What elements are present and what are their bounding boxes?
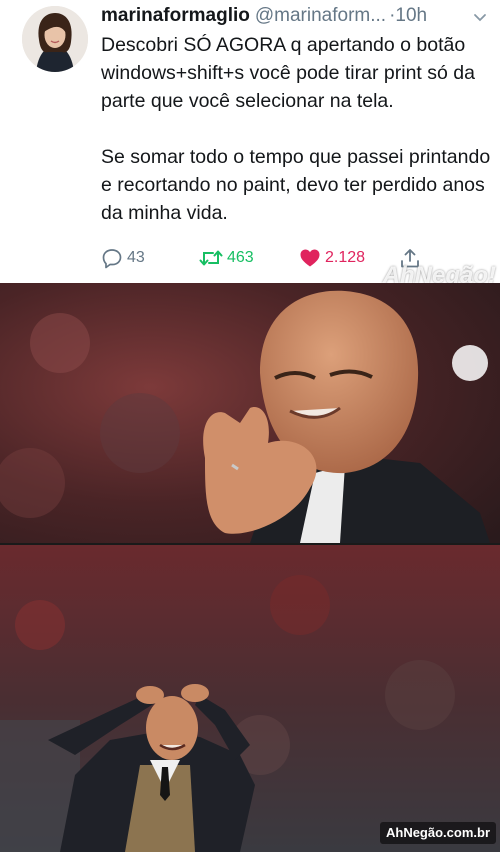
tweet-time[interactable]: ·10h <box>389 5 427 27</box>
retweet-icon <box>199 250 223 266</box>
tweet-actions: 43 463 2.128 <box>101 247 431 273</box>
reply-count: 43 <box>127 249 145 266</box>
like-count: 2.128 <box>325 249 366 266</box>
avatar[interactable] <box>22 6 88 72</box>
display-name[interactable]: marinaformaglio <box>101 5 250 27</box>
reply-button[interactable]: 43 <box>101 247 145 269</box>
heart-icon <box>300 249 320 267</box>
like-button[interactable]: 2.128 <box>299 247 365 269</box>
tweet-text-paragraph-2: Se somar todo o tempo que passei printan… <box>101 146 491 224</box>
tweet-card: marinaformaglio @marinaform... ·10h Desc… <box>0 0 500 289</box>
retweet-button[interactable]: 463 <box>199 247 254 269</box>
meme-photo-top <box>0 283 500 543</box>
user-handle[interactable]: @marinaform... <box>255 5 386 27</box>
tweet-text-paragraph-1: Descobri SÓ AGORA q apertando o botão wi… <box>101 34 475 112</box>
tweet-text: Descobri SÓ AGORA q apertando o botão wi… <box>101 31 491 227</box>
retweet-count: 463 <box>227 249 254 266</box>
reply-icon <box>102 249 122 269</box>
meme-photo-bottom: AhNegão.com.br <box>0 545 500 852</box>
chevron-down-icon[interactable] <box>472 9 488 25</box>
watermark-bottom: AhNegão.com.br <box>379 822 496 844</box>
tweet-header: marinaformaglio @marinaform... ·10h <box>101 4 490 28</box>
